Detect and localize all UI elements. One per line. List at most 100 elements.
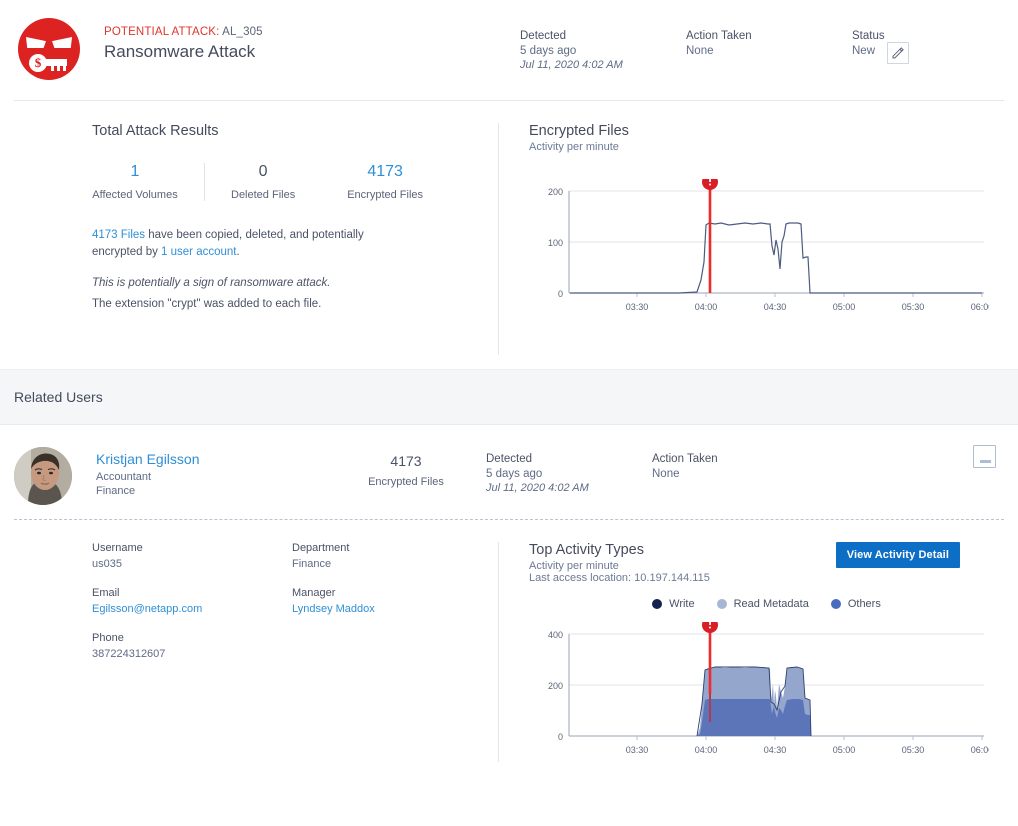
meta-value: None	[652, 468, 718, 480]
key-tooth-icon	[63, 66, 66, 71]
view-activity-detail-button[interactable]: View Activity Detail	[836, 542, 960, 568]
meta-label: Action Taken	[686, 30, 752, 42]
field-phone: Phone 387224312607	[92, 632, 292, 660]
edit-status-button[interactable]	[887, 42, 909, 64]
encrypted-files-panel: Encrypted Files Activity per minute 200 …	[499, 123, 1004, 369]
header-meta-action-taken: Action Taken None	[686, 30, 752, 59]
line-chart-svg: 200 100 0 03:30 04:00 04:30 05:00 05:30 …	[529, 179, 989, 319]
attack-stats: 1 Affected Volumes 0 Deleted Files 4173 …	[92, 163, 498, 201]
ytick-label: 200	[548, 187, 563, 197]
alert-header: $ POTENTIAL ATTACK: AL_305 Ransomware At…	[14, 0, 1004, 101]
xtick-label: 04:30	[764, 302, 787, 312]
legend-label: Read Metadata	[734, 598, 809, 610]
related-users-title: Related Users	[14, 389, 103, 405]
field-label: Phone	[92, 632, 292, 644]
legend-item-write[interactable]: Write	[652, 598, 694, 610]
user-meta-action-taken: Action Taken None	[652, 453, 718, 494]
xtick-label: 05:00	[833, 302, 856, 312]
user-name-link[interactable]: Kristjan Egilsson	[96, 451, 346, 467]
top-activity-types-chart: 400 200 0 03:30 04:00 04:30 05:00 05:30 …	[529, 622, 1004, 762]
pencil-icon	[892, 47, 904, 59]
stat-label: Encrypted Files	[346, 476, 466, 488]
summary-panels: Total Attack Results 1 Affected Volumes …	[0, 101, 1018, 369]
stat-affected-volumes: 1 Affected Volumes	[92, 163, 204, 201]
angry-eye-right-icon	[52, 37, 72, 48]
field-value: 387224312607	[92, 648, 292, 660]
avatar-photo	[14, 447, 72, 505]
angry-eye-left-icon	[26, 37, 46, 48]
field-value-link[interactable]: Lyndsey Maddox	[292, 603, 492, 615]
related-users-band: Related Users	[0, 369, 1018, 425]
minus-icon	[980, 460, 991, 463]
chart-legend: Write Read Metadata Others	[529, 598, 1004, 610]
user-encrypted-files-stat: 4173 Encrypted Files	[346, 447, 466, 488]
user-fields: Username us035 Email Egilsson@netapp.com…	[14, 542, 498, 762]
ytick-label: 400	[548, 630, 563, 640]
xtick-label: 03:30	[626, 745, 649, 755]
files-link[interactable]: 4173 Files	[92, 229, 145, 241]
legend-label: Others	[848, 598, 881, 610]
field-label: Email	[92, 587, 292, 599]
field-manager: Manager Lyndsey Maddox	[292, 587, 492, 615]
desc-end: .	[236, 246, 239, 258]
xtick-label: 04:30	[764, 745, 787, 755]
alert-title-block: POTENTIAL ATTACK: AL_305 Ransomware Atta…	[104, 18, 263, 62]
ytick-label: 100	[548, 238, 563, 248]
xtick-label: 05:00	[833, 745, 856, 755]
field-label: Username	[92, 542, 292, 554]
xtick-label: 03:30	[626, 302, 649, 312]
key-tooth-icon	[51, 66, 54, 71]
stat-value: 4173	[347, 163, 423, 181]
header-meta-status: Status New	[852, 30, 909, 64]
total-attack-results-panel: Total Attack Results 1 Affected Volumes …	[14, 123, 498, 369]
encrypted-files-chart: 200 100 0 03:30 04:00 04:30 05:00 05:30 …	[529, 179, 1004, 319]
user-avatar	[14, 447, 72, 505]
chart-heading: Encrypted Files	[529, 123, 1004, 139]
attack-note-italic: This is potentially a sign of ransomware…	[92, 277, 498, 289]
stat-encrypted-files: 4173 Encrypted Files	[321, 163, 449, 201]
chart-line	[570, 223, 982, 293]
attack-description: 4173 Files have been copied, deleted, an…	[92, 227, 397, 260]
field-department: Department Finance	[292, 542, 492, 570]
user-role: Accountant	[96, 470, 346, 484]
field-username: Username us035	[92, 542, 292, 570]
attack-note-extension: The extension "crypt" was added to each …	[92, 298, 498, 310]
xtick-label: 04:00	[695, 745, 718, 755]
legend-item-others[interactable]: Others	[831, 598, 881, 610]
area-chart-svg: 400 200 0 03:30 04:00 04:30 05:00 05:30 …	[529, 622, 989, 762]
top-activity-types-panel: Top Activity Types Activity per minute L…	[499, 542, 1004, 762]
xtick-label: 04:00	[695, 302, 718, 312]
legend-dot-icon	[717, 599, 727, 609]
field-value: Finance	[292, 558, 492, 570]
field-value-link[interactable]: Egilsson@netapp.com	[92, 603, 292, 615]
meta-value: 5 days ago	[520, 45, 623, 57]
xtick-label: 06:00	[971, 745, 989, 755]
user-meta-detected: Detected 5 days ago Jul 11, 2020 4:02 AM	[486, 453, 652, 494]
status-badge: New	[852, 45, 875, 57]
meta-value: None	[686, 45, 752, 57]
alert-marker-dot	[709, 184, 711, 186]
field-label: Manager	[292, 587, 492, 599]
xtick-label: 05:30	[902, 745, 925, 755]
alert-marker-bang	[709, 179, 711, 182]
collapse-user-button[interactable]	[973, 445, 996, 468]
key-shaft-icon	[45, 59, 67, 66]
meta-label: Detected	[486, 453, 652, 465]
legend-item-read-metadata[interactable]: Read Metadata	[717, 598, 809, 610]
user-account-link[interactable]: 1 user account	[161, 246, 236, 258]
field-label: Department	[292, 542, 492, 554]
alert-id-line: POTENTIAL ATTACK: AL_305	[104, 26, 263, 38]
panel-heading: Total Attack Results	[92, 123, 498, 139]
meta-label: Action Taken	[652, 453, 718, 465]
related-user-row: Kristjan Egilsson Accountant Finance 417…	[0, 425, 1018, 501]
ransomware-attack-icon: $	[18, 18, 80, 80]
stat-label: Affected Volumes	[92, 189, 178, 201]
alert-id: AL_305	[222, 26, 263, 38]
stat-label: Encrypted Files	[347, 189, 423, 201]
xtick-label: 06:00	[971, 302, 989, 312]
last-access-location: Last access location: 10.197.144.115	[529, 572, 1004, 584]
stat-deleted-files: 0 Deleted Files	[204, 163, 321, 201]
legend-dot-icon	[652, 599, 662, 609]
stat-value: 0	[231, 163, 295, 181]
user-fields-column-1: Username us035 Email Egilsson@netapp.com…	[92, 542, 292, 762]
